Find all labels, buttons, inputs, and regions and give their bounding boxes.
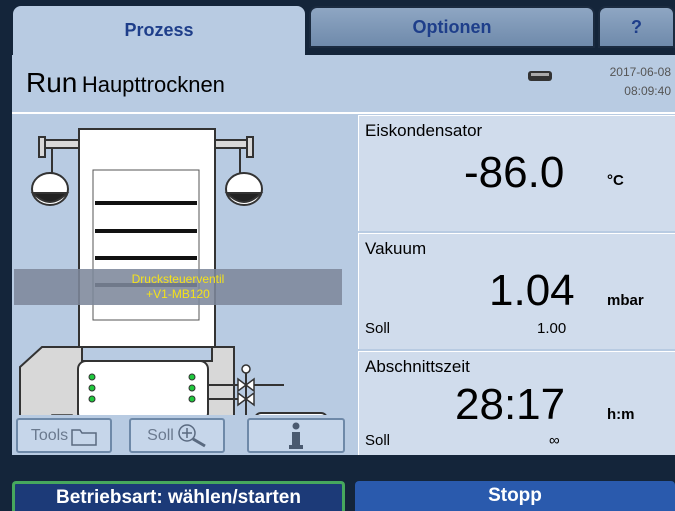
process-panel: Run Haupttrocknen 2017-06-08 08:09:40 Dr… (12, 55, 675, 455)
tab-bar: Prozess Optionen ? (0, 0, 675, 55)
vakuum-value: 1.04 (489, 266, 575, 315)
vakuum-label: Vakuum (365, 239, 427, 258)
tools-label: Tools (30, 426, 69, 444)
eiskondensator-label: Eiskondensator (365, 121, 483, 140)
zoom-in-icon (178, 423, 206, 447)
vakuum-unit: mbar (607, 292, 644, 309)
vakuum-soll-value: 1.00 (537, 320, 567, 337)
left-flask (30, 136, 80, 206)
divider (12, 112, 675, 114)
eiskondensator-value: -86.0 (464, 148, 565, 197)
time-text: 08:09:40 (624, 84, 671, 98)
abschnittszeit-soll-label: Soll (365, 432, 391, 449)
page-title: Run Haupttrocknen (26, 67, 225, 99)
info-icon (289, 422, 303, 449)
datetime: 2017-06-08 08:09:40 (610, 63, 671, 101)
tooltip-line1: Drucksteuerventil (131, 272, 225, 286)
abschnittszeit-box[interactable]: Abschnittszeit 28:17 h:m Soll ∞ (358, 351, 675, 455)
right-flask (214, 136, 264, 206)
abschnittszeit-unit: h:m (607, 406, 635, 423)
vacuum-pump (255, 412, 327, 415)
tab-help[interactable]: ? (598, 6, 675, 48)
betriebsart-button[interactable]: Betriebsart: wählen/starten (12, 481, 345, 511)
tooltip-line2: +V1-MB120 (146, 287, 210, 301)
run-phase: Haupttrocknen (81, 72, 225, 97)
tab-optionen[interactable]: Optionen (309, 6, 595, 48)
process-diagram[interactable] (12, 115, 357, 415)
vakuum-box[interactable]: Vakuum 1.04 mbar Soll 1.00 (358, 233, 675, 349)
valve-tooltip: Drucksteuerventil +V1-MB120 (14, 269, 342, 305)
folder-icon (71, 428, 97, 446)
vakuum-soll-label: Soll (365, 320, 391, 337)
abschnittszeit-soll-value: ∞ (549, 432, 560, 449)
date-text: 2017-06-08 (609, 65, 671, 79)
run-mode: Run (26, 67, 78, 98)
abschnittszeit-value: 28:17 (455, 380, 566, 429)
soll-label: Soll (147, 426, 174, 444)
drive-icon (528, 71, 552, 81)
tools-button[interactable]: Tools (16, 418, 112, 453)
soll-zoom-button[interactable]: Soll (129, 418, 225, 453)
eiskondensator-unit: °C (607, 172, 624, 189)
tab-prozess[interactable]: Prozess (13, 6, 305, 55)
eiskondensator-box[interactable]: Eiskondensator -86.0 °C (358, 115, 675, 231)
info-button[interactable] (247, 418, 345, 453)
abschnittszeit-label: Abschnittszeit (365, 357, 470, 376)
stopp-button[interactable]: Stopp (355, 481, 675, 511)
